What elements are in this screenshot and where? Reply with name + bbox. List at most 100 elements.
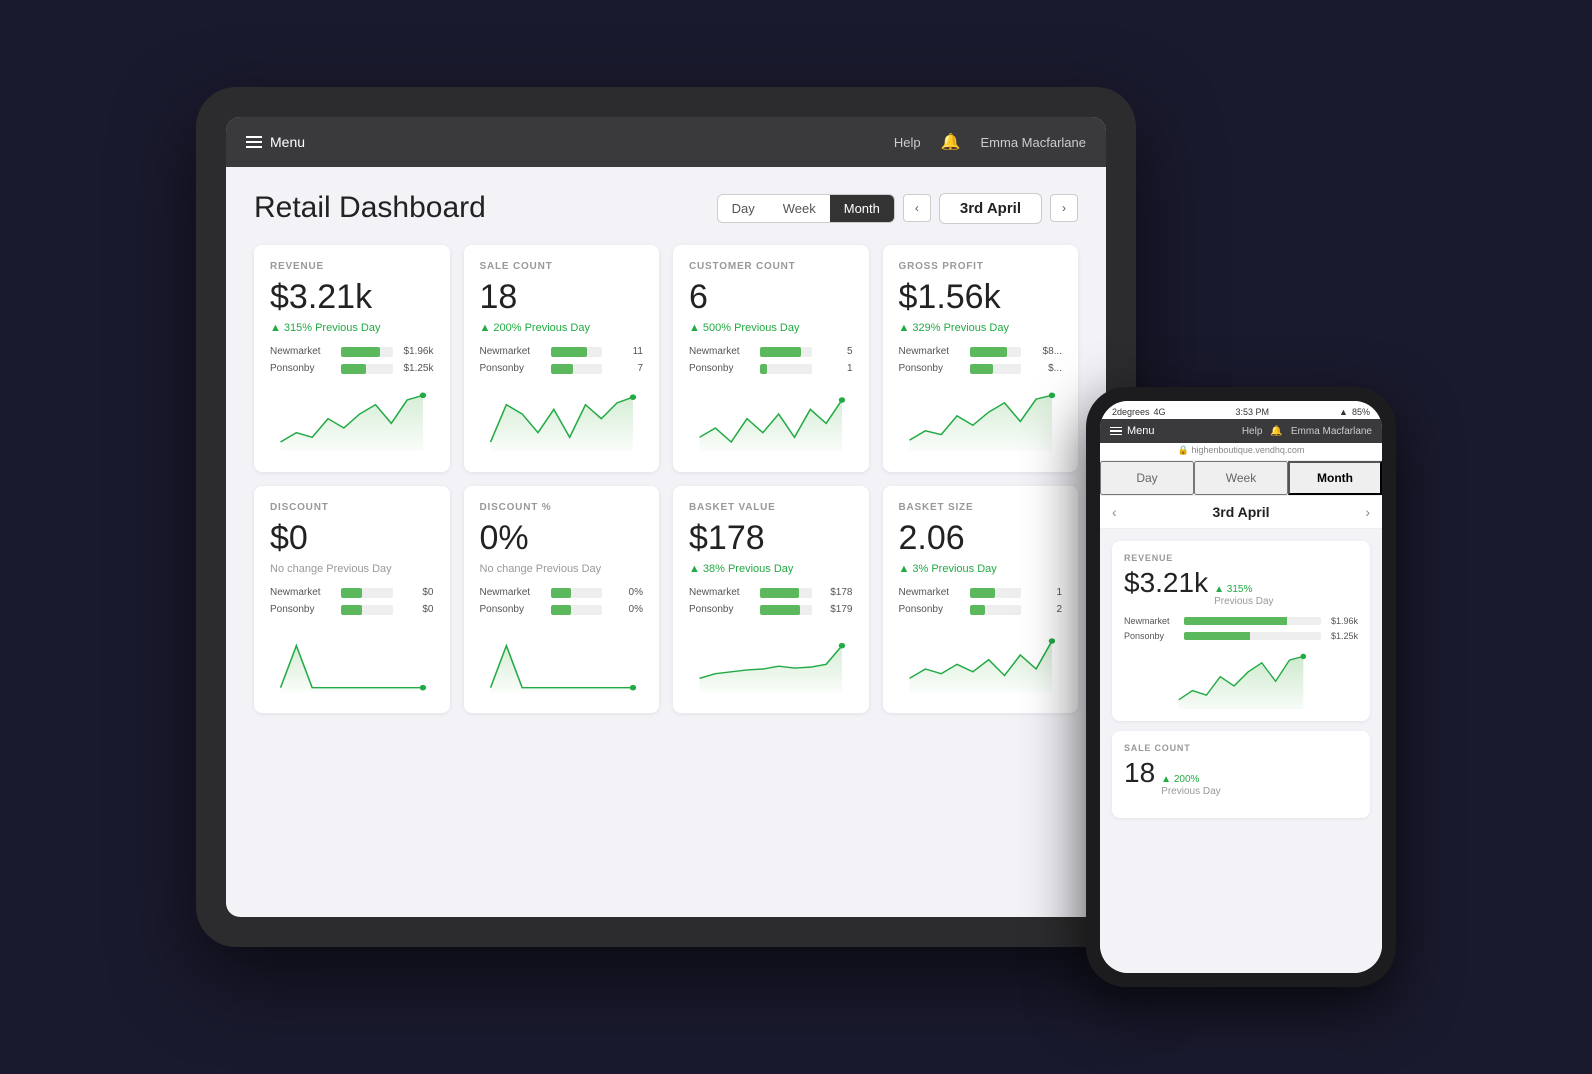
bar-value: $0 (399, 587, 434, 598)
phone-week-button[interactable]: Week (1194, 461, 1288, 495)
bar-fill (970, 347, 1007, 357)
store-name: Ponsonby (899, 363, 964, 374)
phone-status-bar: 2degrees 4G 3:53 PM ▲ 85% (1100, 401, 1382, 419)
lock-icon: 🔒 (1178, 445, 1189, 455)
card-label: DISCOUNT % (480, 502, 644, 513)
bar-fill (760, 364, 767, 374)
card-label: REVENUE (270, 261, 434, 272)
store-bar-row: Ponsonby 0% (480, 604, 644, 615)
bar-value: 1 (1027, 587, 1062, 598)
bar-fill (760, 605, 800, 615)
sparkline-container (899, 627, 1063, 697)
card-value: 0% (480, 521, 644, 555)
nav-right: Help 🔔 Emma Macfarlane (894, 132, 1086, 152)
bar-track (970, 605, 1022, 615)
phone-period-selector: Day Week Month (1100, 461, 1382, 496)
phone-user-name: Emma Macfarlane (1291, 426, 1372, 437)
card-change: ▲ 329% Previous Day (899, 322, 1063, 334)
phone-url-bar: 🔒 highenboutique.vendhq.com (1100, 443, 1382, 461)
bar-value: 7 (608, 363, 643, 374)
bar-track (341, 347, 393, 357)
network-label: 4G (1154, 407, 1166, 417)
card-label: SALE COUNT (480, 261, 644, 272)
store-name: Newmarket (270, 587, 335, 598)
card-change: ▲ 38% Previous Day (689, 563, 853, 575)
bar-fill (760, 347, 801, 357)
bar-track (551, 364, 603, 374)
store-bar-row: Newmarket 0% (480, 587, 644, 598)
phone-content: REVENUE $3.21k ▲ 315%Previous Day Newmar… (1100, 529, 1382, 973)
bar-fill (551, 605, 572, 615)
card-label: BASKET SIZE (899, 502, 1063, 513)
phone-day-button[interactable]: Day (1100, 461, 1194, 495)
next-period-button[interactable]: › (1050, 194, 1078, 222)
store-name: Newmarket (270, 346, 335, 357)
phone-month-button[interactable]: Month (1288, 461, 1382, 495)
sparkline-container (270, 386, 434, 456)
bar-track (970, 588, 1022, 598)
phone-next-button[interactable]: › (1365, 504, 1370, 520)
bell-icon[interactable]: 🔔 (941, 132, 961, 152)
scene: Menu Help 🔔 Emma Macfarlane Retail Dashb… (196, 87, 1396, 987)
sparkline-container (689, 386, 853, 456)
metrics-grid: REVENUE $3.21k ▲ 315% Previous Day Newma… (254, 245, 1078, 713)
bar-value: 0% (608, 604, 643, 615)
phone-revenue-sparkline (1124, 649, 1358, 709)
url-text: highenboutique.vendhq.com (1191, 445, 1304, 455)
store-bar-row: Ponsonby 2 (899, 604, 1063, 615)
bar-track (970, 347, 1022, 357)
bar-value: 11 (608, 346, 643, 357)
bar-track (760, 588, 812, 598)
card-change: ▲ 315% Previous Day (270, 322, 434, 334)
bar-value: $8... (1027, 346, 1062, 357)
time-label: 3:53 PM (1236, 407, 1270, 417)
bar-fill (760, 588, 799, 598)
phone-prev-button[interactable]: ‹ (1112, 504, 1117, 520)
phone-sale-count-value: 18 (1124, 757, 1155, 789)
bar-fill (551, 347, 587, 357)
tablet-device: Menu Help 🔔 Emma Macfarlane Retail Dashb… (196, 87, 1136, 947)
battery-label: 85% (1352, 407, 1370, 417)
user-name: Emma Macfarlane (981, 135, 1086, 150)
period-controls: Day Week Month ‹ 3rd April › (717, 193, 1078, 224)
bar-value: 2 (1027, 604, 1062, 615)
phone-bell-icon[interactable]: 🔔 (1270, 426, 1282, 437)
bar-track (760, 605, 812, 615)
period-month-button[interactable]: Month (830, 195, 894, 222)
dashboard-header: Retail Dashboard Day Week Month ‹ 3rd Ap… (254, 191, 1078, 225)
card-value: $0 (270, 521, 434, 555)
bar-value: 1 (818, 363, 853, 374)
store-bar-row: Ponsonby 1 (689, 363, 853, 374)
dashboard-title: Retail Dashboard (254, 191, 486, 225)
period-week-button[interactable]: Week (769, 195, 830, 222)
help-link[interactable]: Help (894, 135, 921, 150)
bar-track (341, 588, 393, 598)
bar-fill (341, 605, 362, 615)
bar-fill (341, 347, 380, 357)
prev-period-button[interactable]: ‹ (903, 194, 931, 222)
bar-track (341, 605, 393, 615)
card-change: No change Previous Day (270, 563, 434, 575)
metric-card-sale-count: SALE COUNT 18 ▲ 200% Previous Day Newmar… (464, 245, 660, 472)
sparkline-container (899, 386, 1063, 456)
phone-menu-button[interactable]: Menu (1110, 425, 1155, 437)
phone-date-display: 3rd April (1212, 504, 1269, 520)
store-bar-row: Newmarket $1.96k (270, 346, 434, 357)
period-day-button[interactable]: Day (718, 195, 769, 222)
bar-value: 0% (608, 587, 643, 598)
phone-store-row: Ponsonby $1.25k (1124, 631, 1358, 641)
bar-track (551, 588, 603, 598)
store-name: Ponsonby (270, 604, 335, 615)
bar-fill (970, 605, 985, 615)
tablet-navbar: Menu Help 🔔 Emma Macfarlane (226, 117, 1106, 167)
phone-help-link[interactable]: Help (1242, 426, 1263, 437)
metric-card-discount-pct: DISCOUNT % 0% No change Previous Day New… (464, 486, 660, 713)
menu-button[interactable]: Menu (246, 134, 305, 150)
store-bar-row: Ponsonby 7 (480, 363, 644, 374)
bar-value: $0 (399, 604, 434, 615)
card-label: GROSS PROFIT (899, 261, 1063, 272)
store-name: Ponsonby (270, 363, 335, 374)
bar-track (551, 605, 603, 615)
bar-track (970, 364, 1022, 374)
sparkline-container (480, 627, 644, 697)
